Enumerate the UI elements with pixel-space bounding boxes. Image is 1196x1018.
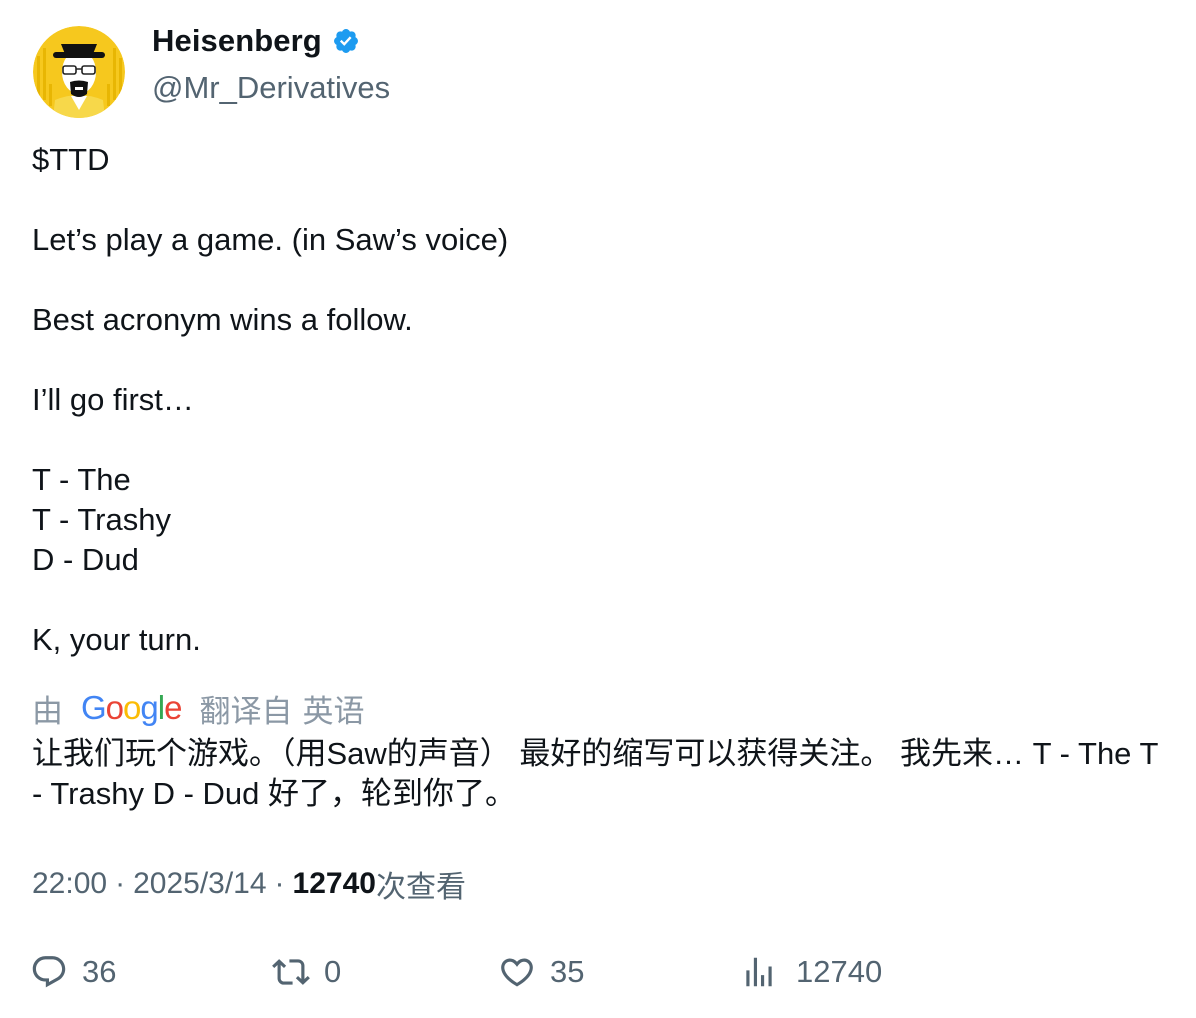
translation-attribution[interactable]: 由 Google 翻译自 英语	[32, 686, 364, 730]
tweet-line: T - Trashy	[32, 502, 171, 537]
author-names: Heisenberg @Mr_Derivatives	[152, 23, 390, 106]
source-language: 英语	[302, 693, 365, 729]
tweet-card: Heisenberg @Mr_Derivatives $TTD Let’s pl…	[0, 0, 1196, 1018]
action-bar: 36 0 35 12740	[30, 946, 1170, 998]
reply-count: 36	[82, 954, 117, 989]
google-logo-letter: o	[105, 689, 124, 726]
tweet-time[interactable]: 22:00	[32, 867, 107, 901]
meta-separator: ·	[274, 867, 285, 900]
display-name-row: Heisenberg	[152, 23, 390, 59]
google-logo-letter: G	[81, 689, 107, 726]
meta-separator: ·	[115, 867, 126, 900]
display-name[interactable]: Heisenberg	[152, 23, 322, 59]
tweet-date[interactable]: 2025/3/14	[133, 867, 266, 901]
reply-icon	[32, 956, 66, 988]
retweet-button[interactable]: 0	[272, 946, 341, 998]
avatar[interactable]	[33, 26, 125, 118]
like-count: 35	[550, 954, 585, 989]
tweet-meta: 22:00 · 2025/3/14 · 12740 次查看	[32, 864, 466, 904]
tweet-text: $TTD Let’s play a game. (in Saw’s voice)…	[32, 140, 1162, 660]
google-logo-letter: e	[164, 689, 182, 726]
tweet-line	[32, 420, 1162, 460]
heisenberg-avatar-icon	[33, 26, 125, 118]
tweet-line: Best acronym wins a follow.	[32, 302, 413, 337]
tweet-header: Heisenberg @Mr_Derivatives	[33, 23, 390, 122]
verified-badge-icon	[332, 27, 360, 55]
views-button[interactable]: 12740	[740, 946, 882, 998]
views-count: 12740	[292, 867, 376, 900]
translated-text: 让我们玩个游戏。（用Saw的声音） 最好的缩写可以获得关注。 我先来… T - …	[32, 736, 1158, 811]
tweet-line[interactable]: $TTD	[32, 140, 1162, 180]
tweet-line: Let’s play a game. (in Saw’s voice)	[32, 222, 509, 257]
heart-icon	[501, 958, 533, 987]
tweet-line: K, your turn.	[32, 622, 201, 657]
translated-by-label: 由	[32, 693, 63, 729]
tweet-line: D - Dud	[32, 542, 139, 577]
bar-chart-icon	[746, 957, 772, 987]
tweet-line	[32, 260, 1162, 300]
views-action-count: 12740	[796, 954, 883, 989]
views-label: 次查看	[375, 871, 466, 904]
like-button[interactable]: 35	[498, 946, 584, 998]
retweet-icon	[272, 959, 310, 985]
retweet-count: 0	[324, 954, 342, 989]
tweet-line	[32, 580, 1162, 620]
google-logo-letter: o	[123, 689, 141, 726]
translated-from-label: 翻译自	[199, 693, 293, 729]
tweet-line: T - The	[32, 462, 131, 497]
tweet-line: I’ll go first…	[32, 382, 194, 417]
reply-button[interactable]: 36	[30, 946, 116, 998]
tweet-line	[32, 180, 1162, 220]
author-handle[interactable]: @Mr_Derivatives	[152, 70, 390, 106]
tweet-line	[32, 340, 1162, 380]
google-logo-letter: g	[140, 689, 158, 726]
google-logo-icon: Google	[81, 689, 182, 727]
